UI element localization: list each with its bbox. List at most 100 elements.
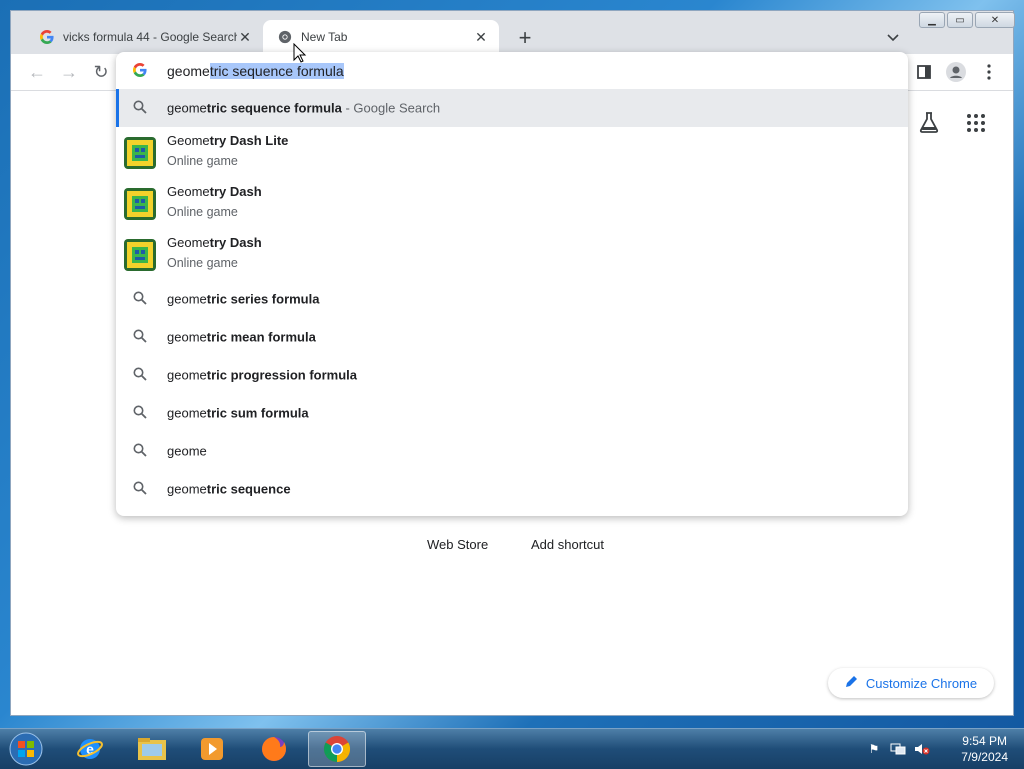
close-icon[interactable]: ✕ <box>473 29 489 45</box>
google-icon <box>133 63 149 79</box>
chrome-taskbar-icon[interactable] <box>308 731 366 767</box>
google-icon <box>39 29 55 45</box>
search-icon <box>133 291 149 307</box>
maximize-button[interactable]: ▭ <box>947 12 973 28</box>
address-bar[interactable]: geometric sequence formula <box>116 52 908 89</box>
address-input-text: geometric sequence formula <box>167 63 344 79</box>
suggestion-row[interactable]: geome <box>116 432 908 470</box>
customize-label: Customize Chrome <box>865 675 978 691</box>
more-menu-icon[interactable] <box>979 62 999 82</box>
tab-google-search[interactable]: vicks formula 44 - Google Search ✕ <box>25 20 263 54</box>
suggestion-prefix: Geome <box>167 133 210 148</box>
media-player-icon[interactable] <box>184 731 240 767</box>
tab-title: vicks formula 44 - Google Search <box>63 30 237 44</box>
back-icon[interactable]: ← <box>27 62 47 82</box>
search-icon <box>133 405 149 421</box>
system-clock[interactable]: 9:54 PM 7/9/2024 <box>961 733 1008 765</box>
clock-time: 9:54 PM <box>962 734 1007 748</box>
suggestion-prefix: geome <box>167 443 207 459</box>
pencil-icon <box>845 675 858 691</box>
search-icon <box>133 367 149 383</box>
suggestion-prefix: Geome <box>167 235 210 250</box>
file-explorer-icon[interactable] <box>124 731 180 767</box>
suggestion-bold: tric mean formula <box>206 329 316 345</box>
volume-muted-icon[interactable] <box>914 741 930 757</box>
suggestion-entity-row[interactable]: Geometry Dash Lite Online game <box>116 127 908 178</box>
autocomplete-selection: tric sequence formula <box>209 63 344 79</box>
suggestion-row[interactable]: geometric sequence <box>116 470 908 508</box>
typed-text: geome <box>167 63 210 79</box>
suggestion-row[interactable]: geometric mean formula <box>116 318 908 356</box>
suggestion-text: geometric mean formula <box>167 330 316 345</box>
internet-explorer-icon[interactable]: e <box>62 731 118 767</box>
geometry-dash-icon <box>124 136 156 169</box>
start-button[interactable] <box>2 731 50 767</box>
add-shortcut-link[interactable]: Add shortcut <box>531 537 604 552</box>
suggestion-row[interactable]: geometric progression formula <box>116 356 908 394</box>
suggestion-bold: try Dash <box>209 235 262 250</box>
new-tab-button[interactable]: + <box>513 26 537 50</box>
profile-avatar-icon[interactable] <box>946 62 966 82</box>
suggestion-prefix: geome <box>167 291 207 307</box>
suggestion-text: geometric series formula <box>167 292 319 307</box>
search-icon <box>133 329 149 345</box>
suggestion-prefix: geome <box>167 100 207 116</box>
suggestion-text: geometric sequence formula - Google Sear… <box>167 101 440 116</box>
suggestion-bold: try Dash <box>209 184 262 199</box>
customize-chrome-button[interactable]: Customize Chrome <box>828 668 994 698</box>
suggestion-bold: try Dash Lite <box>209 133 289 148</box>
suggestion-subtitle: Online game <box>167 154 238 168</box>
clock-date: 7/9/2024 <box>961 750 1008 764</box>
search-icon <box>133 481 149 497</box>
suggestion-entity-row[interactable]: Geometry Dash Online game <box>116 178 908 229</box>
web-store-link[interactable]: Web Store <box>427 537 488 552</box>
suggestion-row[interactable]: geometric series formula <box>116 280 908 318</box>
suggestion-text: geome <box>167 444 207 459</box>
suggestion-prefix: geome <box>167 329 207 345</box>
side-panel-icon[interactable] <box>914 62 934 82</box>
suggestion-prefix: Geome <box>167 184 210 199</box>
suggestion-text: geometric sequence <box>167 482 291 497</box>
suggestion-text: geometric sum formula <box>167 406 309 421</box>
suggestion-text: geometric progression formula <box>167 368 357 383</box>
action-center-flag-icon[interactable]: ⚑ <box>866 741 882 757</box>
suggestion-row[interactable]: geometric sequence formula - Google Sear… <box>116 89 908 127</box>
close-window-button[interactable]: ✕ <box>975 12 1015 28</box>
firefox-icon[interactable] <box>246 731 302 767</box>
geometry-dash-icon <box>124 238 156 271</box>
suggestion-row[interactable]: geometric sum formula <box>116 394 908 432</box>
mouse-cursor-icon <box>293 42 307 66</box>
taskbar: e ⚑ 9:54 PM 7/9/2024 <box>0 728 1024 769</box>
suggestion-title: Geometry Dash <box>167 184 262 199</box>
minimize-button[interactable]: ▁ <box>919 12 945 28</box>
tab-strip: vicks formula 44 - Google Search ✕ New T… <box>11 11 1015 54</box>
suggestion-bold: tric sequence <box>206 481 291 497</box>
suggestion-suffix: - Google Search <box>341 100 441 116</box>
suggestion-entity-row[interactable]: Geometry Dash Online game <box>116 229 908 280</box>
labs-flask-icon[interactable] <box>919 111 939 136</box>
apps-grid-icon[interactable] <box>967 114 985 135</box>
suggestion-bold: tric sum formula <box>206 405 309 421</box>
search-icon <box>133 443 149 459</box>
geometry-dash-icon <box>124 187 156 220</box>
suggestion-prefix: geome <box>167 405 207 421</box>
suggestion-bold: tric series formula <box>206 291 320 307</box>
close-icon[interactable]: ✕ <box>237 29 253 45</box>
suggestion-title: Geometry Dash Lite <box>167 133 288 148</box>
network-icon[interactable] <box>890 741 906 757</box>
suggestion-subtitle: Online game <box>167 205 238 219</box>
search-icon <box>133 100 149 116</box>
chrome-icon <box>277 29 293 45</box>
suggestion-subtitle: Online game <box>167 256 238 270</box>
suggestion-prefix: geome <box>167 481 207 497</box>
suggestion-bold: tric progression formula <box>206 367 357 383</box>
forward-icon[interactable]: → <box>59 62 79 82</box>
suggestion-prefix: geome <box>167 367 207 383</box>
tab-title: New Tab <box>301 30 348 44</box>
reload-icon[interactable]: ↻ <box>91 62 111 82</box>
window-controls: ▁ ▭ ✕ <box>917 12 1015 29</box>
suggestion-bold: tric sequence formula <box>206 100 342 116</box>
chevron-down-icon[interactable] <box>883 28 903 48</box>
suggestion-title: Geometry Dash <box>167 235 262 250</box>
omnibox-dropdown: geometric sequence formula geometric seq… <box>116 52 908 516</box>
